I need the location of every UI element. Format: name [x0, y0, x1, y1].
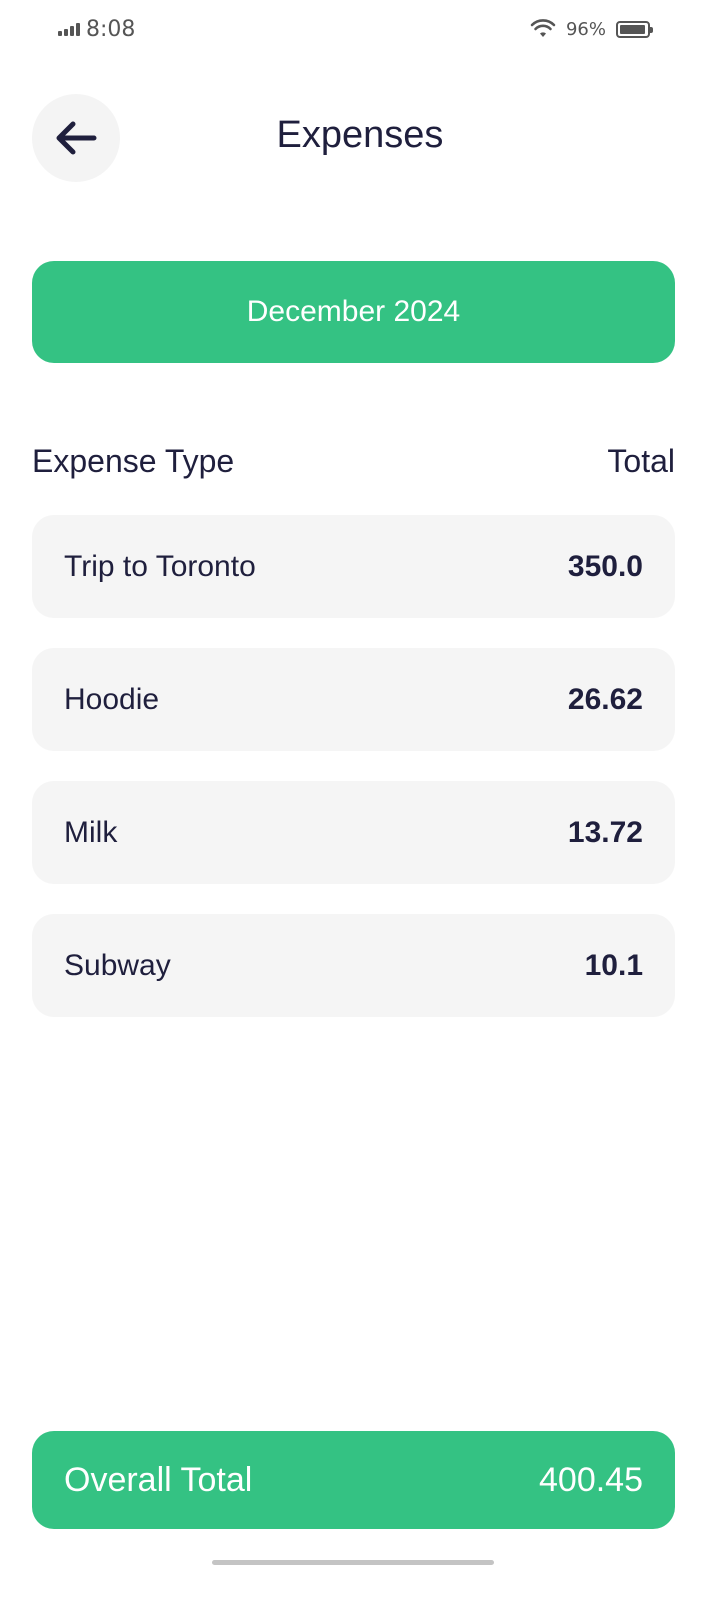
- expense-amount: 10.1: [584, 948, 643, 982]
- signal-icon: [58, 22, 80, 36]
- expense-row[interactable]: Hoodie 26.62: [32, 648, 675, 751]
- status-bar: 8:08 96%: [0, 0, 720, 58]
- expense-list: Trip to Toronto 350.0 Hoodie 26.62 Milk …: [32, 515, 675, 1047]
- column-headers: Expense Type Total: [32, 443, 675, 480]
- expense-row[interactable]: Subway 10.1: [32, 914, 675, 1017]
- expense-name: Subway: [64, 948, 171, 982]
- overall-total-bar: Overall Total 400.45: [32, 1431, 675, 1529]
- wifi-icon: [530, 19, 556, 37]
- status-left: 8:08: [58, 17, 135, 42]
- overall-total-value: 400.45: [539, 1460, 643, 1499]
- expense-amount: 26.62: [567, 682, 643, 716]
- expense-name: Milk: [64, 815, 118, 849]
- battery-percent: 96%: [565, 18, 606, 40]
- battery-icon: [616, 20, 653, 38]
- status-time: 8:08: [86, 16, 136, 42]
- total-header: Total: [607, 443, 675, 479]
- header: Expenses: [0, 94, 720, 184]
- month-selector-button[interactable]: December 2024: [32, 261, 675, 363]
- expense-row[interactable]: Trip to Toronto 350.0: [32, 515, 675, 618]
- expense-row[interactable]: Milk 13.72: [32, 781, 675, 884]
- expenses-screen: 8:08 96% Expenses December 2024 Expense …: [0, 0, 720, 1600]
- expense-amount: 13.72: [567, 815, 643, 849]
- expense-amount: 350.0: [567, 549, 643, 583]
- home-indicator[interactable]: [212, 1560, 494, 1565]
- expense-type-header: Expense Type: [32, 443, 235, 479]
- battery-fill: [620, 24, 645, 34]
- expense-name: Trip to Toronto: [64, 549, 256, 583]
- page-title: Expenses: [276, 114, 444, 156]
- status-right: 96%: [530, 18, 653, 40]
- overall-total-label: Overall Total: [64, 1460, 253, 1499]
- expense-name: Hoodie: [64, 682, 160, 716]
